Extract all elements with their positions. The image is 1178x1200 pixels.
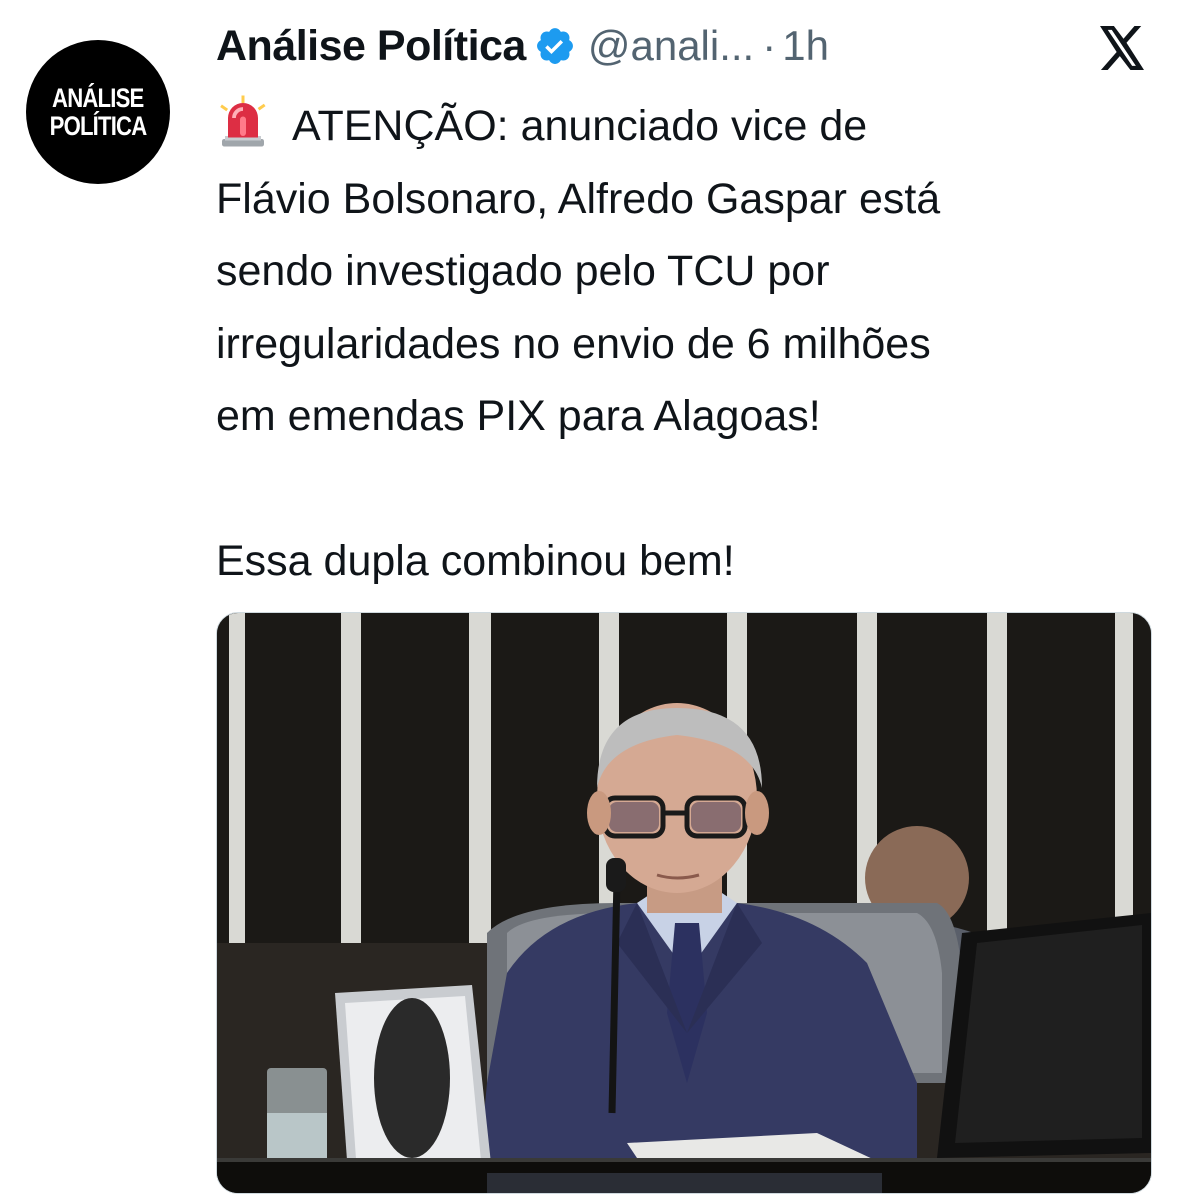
- tweet-line-3: sendo investigado pelo TCU por: [216, 247, 830, 295]
- avatar-text-line-2: POLÍTICA: [49, 111, 148, 141]
- author-handle[interactable]: @anali...: [588, 22, 754, 70]
- tweet-timestamp[interactable]: 1h: [782, 22, 829, 70]
- tweet-line-1-text: ATENÇÃO: anunciado vice de: [292, 102, 868, 150]
- x-logo-icon[interactable]: [1098, 26, 1146, 70]
- tweet-line-1: ATENÇÃO: anunciado vice de: [216, 90, 1166, 163]
- tweet-paragraph-gap: [216, 453, 1166, 525]
- header-separator: ·: [762, 22, 777, 69]
- tweet-media-photo[interactable]: [216, 612, 1152, 1194]
- tweet-line-2: Flávio Bolsonaro, Alfredo Gaspar está: [216, 174, 941, 223]
- tweet-line-5: em emendas PIX para Alagoas!: [216, 392, 821, 440]
- tweet-closing-line: Essa dupla combinou bem!: [216, 536, 735, 585]
- profile-avatar[interactable]: ANÁLISE POLÍTICA: [26, 40, 170, 184]
- rotating-light-icon: [216, 94, 270, 148]
- author-display-name[interactable]: Análise Política: [216, 22, 526, 71]
- verified-badge-icon: [534, 25, 576, 67]
- tweet-text: ATENÇÃO: anunciado vice de Flávio Bolson…: [216, 90, 1166, 597]
- tweet-line-4: irregularidades no envio de 6 milhões: [216, 319, 931, 368]
- avatar-text-line-1: ANÁLISE: [52, 83, 144, 113]
- tweet-header: Análise Política @anali... · 1h: [216, 18, 829, 74]
